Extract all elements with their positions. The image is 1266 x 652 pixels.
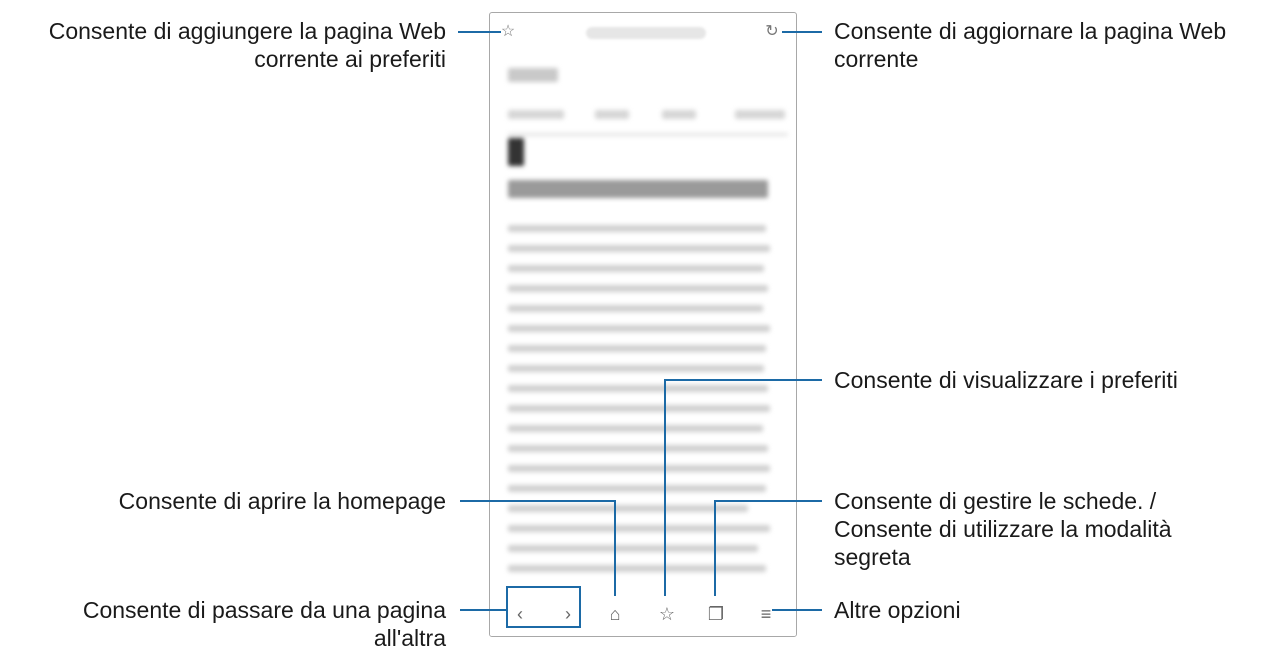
callout-refresh: Consente di aggiornare la pagina Web cor…: [834, 18, 1227, 72]
line-tabs-h: [714, 500, 822, 502]
callout-tabs: Consente di gestire le schede. / Consent…: [834, 488, 1172, 570]
callout-view-bookmarks: Consente di visualizzare i preferiti: [834, 367, 1178, 393]
address-bar[interactable]: [586, 27, 706, 39]
line-view-bookmarks-v: [664, 379, 666, 596]
line-homepage-h: [460, 500, 615, 502]
line-tabs-v: [714, 500, 716, 596]
line-view-bookmarks-h: [664, 379, 822, 381]
browser-screen: ☆ ↻ ‹ › ⌂ ☆ ❐ ≡: [489, 12, 797, 637]
menu-icon[interactable]: ≡: [754, 604, 778, 624]
callout-homepage: Consente di aprire la homepage: [118, 488, 446, 514]
callout-more-options: Altre opzioni: [834, 597, 961, 623]
callout-add-bookmark: Consente di aggiungere la pagina Web cor…: [48, 18, 446, 72]
tabs-icon[interactable]: ❐: [704, 604, 728, 624]
line-more: [772, 609, 822, 611]
back-forward-highlight: [506, 586, 581, 628]
line-navigate: [460, 609, 506, 611]
home-icon[interactable]: ⌂: [603, 604, 627, 624]
line-homepage-v: [614, 500, 616, 596]
refresh-icon[interactable]: ↻: [762, 24, 782, 40]
line-refresh: [782, 31, 822, 33]
bookmarks-icon[interactable]: ☆: [655, 604, 679, 624]
callout-navigate: Consente di passare da una pagina all'al…: [82, 597, 446, 651]
line-add-bookmark: [458, 31, 501, 33]
add-bookmark-icon[interactable]: ☆: [498, 24, 518, 40]
browser-top-bar: ☆ ↻: [490, 13, 796, 53]
